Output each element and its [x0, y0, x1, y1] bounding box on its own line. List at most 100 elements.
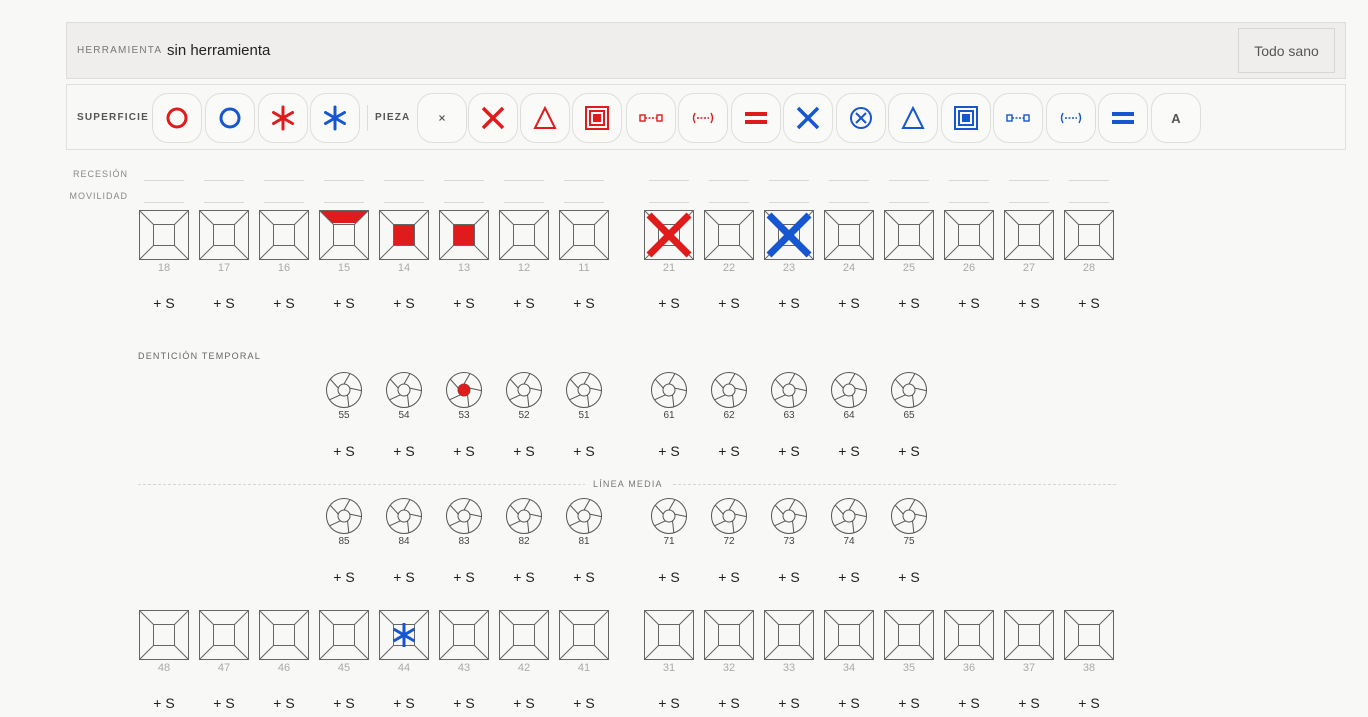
tooth-11[interactable]: [558, 209, 610, 261]
recession-field[interactable]: [649, 180, 689, 181]
primary-tooth-83[interactable]: [445, 497, 483, 535]
add-surface-button[interactable]: + S: [824, 295, 874, 311]
recession-field[interactable]: [1009, 180, 1049, 181]
all-healthy-button[interactable]: Todo sano: [1238, 28, 1335, 73]
recession-field[interactable]: [709, 180, 749, 181]
tooth-36[interactable]: [943, 609, 995, 661]
tooth-31[interactable]: [643, 609, 695, 661]
tooth-23[interactable]: [763, 209, 815, 261]
tooth-12[interactable]: [498, 209, 550, 261]
add-surface-button[interactable]: + S: [1064, 295, 1114, 311]
add-surface-button[interactable]: + S: [884, 295, 934, 311]
tooth-25[interactable]: [883, 209, 935, 261]
tooth-38[interactable]: [1063, 609, 1115, 661]
add-surface-button[interactable]: + S: [319, 443, 369, 459]
mobility-field[interactable]: [1069, 202, 1109, 203]
red-x-tool-button[interactable]: [468, 93, 518, 143]
add-surface-button[interactable]: + S: [559, 569, 609, 585]
add-surface-button[interactable]: + S: [439, 443, 489, 459]
tooth-48[interactable]: [138, 609, 190, 661]
primary-tooth-63[interactable]: [770, 371, 808, 409]
add-surface-button[interactable]: + S: [944, 695, 994, 711]
recession-field[interactable]: [264, 180, 304, 181]
red-triangle-tool-button[interactable]: [520, 93, 570, 143]
primary-tooth-55[interactable]: [325, 371, 363, 409]
tooth-43[interactable]: [438, 609, 490, 661]
primary-tooth-53[interactable]: [445, 371, 483, 409]
mobility-field[interactable]: [204, 202, 244, 203]
add-surface-button[interactable]: + S: [259, 295, 309, 311]
primary-tooth-51[interactable]: [565, 371, 603, 409]
blue-asterisk-tool-button[interactable]: [310, 93, 360, 143]
tooth-41[interactable]: [558, 609, 610, 661]
recession-field[interactable]: [504, 180, 544, 181]
mobility-field[interactable]: [444, 202, 484, 203]
add-surface-button[interactable]: + S: [704, 443, 754, 459]
add-surface-button[interactable]: + S: [884, 569, 934, 585]
red-bridge-tool-button[interactable]: [626, 93, 676, 143]
primary-tooth-82[interactable]: [505, 497, 543, 535]
tooth-24[interactable]: [823, 209, 875, 261]
add-surface-button[interactable]: + S: [559, 695, 609, 711]
tooth-15[interactable]: [318, 209, 370, 261]
tooth-21[interactable]: [643, 209, 695, 261]
add-surface-button[interactable]: + S: [824, 695, 874, 711]
tooth-14[interactable]: [378, 209, 430, 261]
blue-equals-tool-button[interactable]: [1098, 93, 1148, 143]
mobility-field[interactable]: [1009, 202, 1049, 203]
mobility-field[interactable]: [504, 202, 544, 203]
recession-field[interactable]: [769, 180, 809, 181]
primary-tooth-75[interactable]: [890, 497, 928, 535]
add-surface-button[interactable]: + S: [704, 295, 754, 311]
mobility-field[interactable]: [564, 202, 604, 203]
add-surface-button[interactable]: + S: [199, 295, 249, 311]
blue-triangle-tool-button[interactable]: [888, 93, 938, 143]
add-surface-button[interactable]: + S: [1004, 695, 1054, 711]
small-x-tool-button[interactable]: [417, 93, 467, 143]
recession-field[interactable]: [1069, 180, 1109, 181]
add-surface-button[interactable]: + S: [319, 295, 369, 311]
add-surface-button[interactable]: + S: [499, 295, 549, 311]
tooth-33[interactable]: [763, 609, 815, 661]
mobility-field[interactable]: [829, 202, 869, 203]
add-surface-button[interactable]: + S: [139, 295, 189, 311]
add-surface-button[interactable]: + S: [379, 295, 429, 311]
mobility-field[interactable]: [264, 202, 304, 203]
tooth-17[interactable]: [198, 209, 250, 261]
add-surface-button[interactable]: + S: [644, 695, 694, 711]
tooth-35[interactable]: [883, 609, 935, 661]
mobility-field[interactable]: [769, 202, 809, 203]
blue-bridge-tool-button[interactable]: [993, 93, 1043, 143]
add-surface-button[interactable]: + S: [499, 695, 549, 711]
primary-tooth-64[interactable]: [830, 371, 868, 409]
add-surface-button[interactable]: + S: [824, 569, 874, 585]
recession-field[interactable]: [444, 180, 484, 181]
tooth-46[interactable]: [258, 609, 310, 661]
primary-tooth-73[interactable]: [770, 497, 808, 535]
add-surface-button[interactable]: + S: [379, 695, 429, 711]
mobility-field[interactable]: [889, 202, 929, 203]
add-surface-button[interactable]: + S: [1004, 295, 1054, 311]
primary-tooth-65[interactable]: [890, 371, 928, 409]
mobility-field[interactable]: [324, 202, 364, 203]
tooth-44[interactable]: [378, 609, 430, 661]
primary-tooth-61[interactable]: [650, 371, 688, 409]
primary-tooth-81[interactable]: [565, 497, 603, 535]
add-surface-button[interactable]: + S: [439, 695, 489, 711]
mobility-field[interactable]: [144, 202, 184, 203]
tooth-32[interactable]: [703, 609, 755, 661]
tooth-34[interactable]: [823, 609, 875, 661]
add-surface-button[interactable]: + S: [824, 443, 874, 459]
add-surface-button[interactable]: + S: [764, 443, 814, 459]
add-surface-button[interactable]: + S: [499, 443, 549, 459]
mobility-field[interactable]: [649, 202, 689, 203]
red-equals-tool-button[interactable]: [731, 93, 781, 143]
tooth-45[interactable]: [318, 609, 370, 661]
tooth-16[interactable]: [258, 209, 310, 261]
add-surface-button[interactable]: + S: [884, 695, 934, 711]
add-surface-button[interactable]: + S: [439, 295, 489, 311]
mobility-field[interactable]: [949, 202, 989, 203]
add-surface-button[interactable]: + S: [259, 695, 309, 711]
blue-circled-x-tool-button[interactable]: [836, 93, 886, 143]
add-surface-button[interactable]: + S: [944, 295, 994, 311]
